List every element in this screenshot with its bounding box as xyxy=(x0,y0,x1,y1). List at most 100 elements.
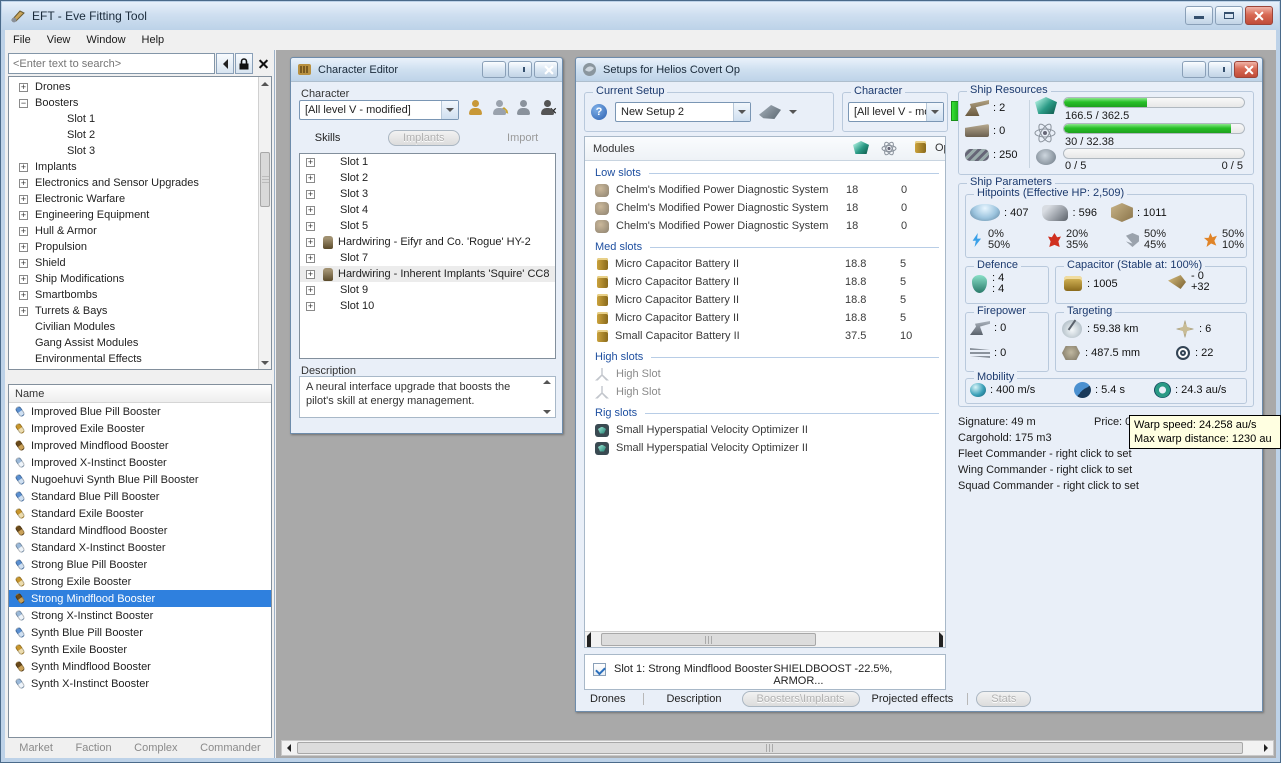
implant-slot-row[interactable]: Slot 10 xyxy=(300,298,555,314)
implant-slot-row[interactable]: Slot 1 xyxy=(300,154,555,170)
tree-item[interactable]: Electronic Warfare xyxy=(11,191,257,207)
implant-slot-row[interactable]: Slot 7 xyxy=(300,250,555,266)
tab-description[interactable]: Description xyxy=(652,693,735,705)
tab-market[interactable]: Market xyxy=(19,742,53,754)
menu-window[interactable]: Window xyxy=(78,32,133,48)
lock-button[interactable] xyxy=(235,53,253,74)
module-row[interactable]: Chelm's Modified Power Diagnostic System… xyxy=(585,181,945,199)
powergrid-column-icon[interactable] xyxy=(881,141,897,156)
rig-module-row[interactable]: Small Hyperspatial Velocity Optimizer II xyxy=(585,421,945,439)
tree-item[interactable]: Gang Assist Modules xyxy=(11,335,257,351)
cpu-column-icon[interactable] xyxy=(853,141,869,154)
module-row[interactable]: Micro Capacitor Battery II 18.8 5 xyxy=(585,291,945,309)
squad-commander-text[interactable]: Squad Commander - right click to set xyxy=(958,480,1139,492)
tree-expander-icon[interactable] xyxy=(306,221,315,231)
implant-slot-row[interactable]: Slot 2 xyxy=(300,170,555,186)
fleet-commander-text[interactable]: Fleet Commander - right click to set xyxy=(958,448,1132,460)
scroll-left-icon[interactable] xyxy=(587,632,591,647)
minimize-button[interactable] xyxy=(1185,6,1213,25)
tree-expander-icon[interactable] xyxy=(19,290,28,300)
maximize-button[interactable] xyxy=(1215,6,1243,25)
booster-list-item[interactable]: Nugoehuvi Synth Blue Pill Booster xyxy=(9,471,271,488)
booster-list-item[interactable]: Synth Mindflood Booster xyxy=(9,658,271,675)
booster-list-item[interactable]: Synth Blue Pill Booster xyxy=(9,624,271,641)
tree-expander-icon[interactable] xyxy=(306,301,315,311)
tree-item[interactable]: Drones xyxy=(11,79,257,95)
tree-item[interactable]: Civilian Modules xyxy=(11,319,257,335)
tree-item[interactable]: Turrets & Bays xyxy=(11,303,257,319)
search-input[interactable] xyxy=(8,53,215,74)
implant-slot-row[interactable]: Slot 3 xyxy=(300,186,555,202)
tree-item[interactable]: Ship Modifications xyxy=(11,271,257,287)
edit-character-icon[interactable]: ✎ xyxy=(493,100,509,116)
tree-expander-icon[interactable] xyxy=(306,189,315,199)
tree-item[interactable]: Favorites xyxy=(11,367,257,369)
scroll-down-icon[interactable] xyxy=(542,410,551,414)
tree-expander-icon[interactable] xyxy=(306,157,315,167)
add-character-icon[interactable] xyxy=(469,100,482,115)
tree-item[interactable]: Slot 1 xyxy=(11,111,257,127)
copy-character-icon[interactable] xyxy=(517,100,530,115)
booster-list-item[interactable]: Strong X-Instinct Booster xyxy=(9,607,271,624)
import-button[interactable]: Import xyxy=(507,132,538,144)
tree-expander-icon[interactable] xyxy=(19,210,28,220)
chevron-down-icon[interactable] xyxy=(926,103,943,121)
booster-list-item[interactable]: Synth Exile Booster xyxy=(9,641,271,658)
booster-list-item[interactable]: Strong Blue Pill Booster xyxy=(9,556,271,573)
scrollbar-thumb[interactable] xyxy=(601,633,816,646)
minimize-button[interactable] xyxy=(1182,61,1206,78)
delete-character-icon[interactable]: ✕ xyxy=(541,100,557,116)
tab-complex[interactable]: Complex xyxy=(134,742,177,754)
tree-item[interactable]: Hull & Armor xyxy=(11,223,257,239)
module-row[interactable]: Micro Capacitor Battery II 18.8 5 xyxy=(585,273,945,291)
module-row[interactable]: Micro Capacitor Battery II 18.8 5 xyxy=(585,255,945,273)
scroll-up-icon[interactable] xyxy=(542,380,551,384)
rig-module-row[interactable]: Small Hyperspatial Velocity Optimizer II xyxy=(585,439,945,457)
modules-scrollbar[interactable] xyxy=(585,631,945,647)
clear-search-button[interactable] xyxy=(254,53,272,74)
mdi-horizontal-scrollbar[interactable] xyxy=(281,740,1274,756)
scroll-right-icon[interactable] xyxy=(939,632,943,647)
booster-list-item[interactable]: Standard Blue Pill Booster xyxy=(9,488,271,505)
module-row[interactable]: Chelm's Modified Power Diagnostic System… xyxy=(585,217,945,235)
tab-implants[interactable]: Implants xyxy=(387,130,460,146)
scroll-up-icon[interactable] xyxy=(259,77,271,90)
tab-faction[interactable]: Faction xyxy=(75,742,111,754)
tree-item[interactable]: Boosters xyxy=(11,95,257,111)
tree-expander-icon[interactable] xyxy=(306,205,315,215)
main-titlebar[interactable]: EFT - Eve Fitting Tool xyxy=(2,2,1279,30)
collapse-panel-button[interactable] xyxy=(216,53,234,74)
setup-character-select[interactable]: [All level V - modifie xyxy=(848,102,944,122)
booster-checkbox[interactable] xyxy=(593,663,606,676)
tab-stats[interactable]: Stats xyxy=(976,691,1032,707)
module-row[interactable]: Micro Capacitor Battery II 18.8 5 xyxy=(585,309,945,327)
tree-expander-icon[interactable] xyxy=(19,194,28,204)
tree-expander-icon[interactable] xyxy=(19,226,28,236)
minimize-button[interactable] xyxy=(482,61,506,78)
tree-item[interactable]: Engineering Equipment xyxy=(11,207,257,223)
tree-expander-icon[interactable] xyxy=(19,82,28,92)
capacitor-column-icon[interactable] xyxy=(915,141,926,153)
implant-slot-row[interactable]: Slot 4 xyxy=(300,202,555,218)
module-row[interactable]: Chelm's Modified Power Diagnostic System… xyxy=(585,199,945,217)
setup-select[interactable]: New Setup 2 xyxy=(615,102,751,122)
booster-list-item[interactable]: Improved Mindflood Booster xyxy=(9,437,271,454)
tree-item[interactable]: Propulsion xyxy=(11,239,257,255)
booster-list-item[interactable]: Standard Mindflood Booster xyxy=(9,522,271,539)
close-button[interactable] xyxy=(1234,61,1258,78)
implant-slot-row[interactable]: Hardwiring - Eifyr and Co. 'Rogue' HY-2 xyxy=(300,234,555,250)
tree-expander-icon[interactable] xyxy=(19,274,28,284)
close-button[interactable] xyxy=(534,61,558,78)
ship-menu-icon[interactable] xyxy=(759,105,781,119)
chevron-down-icon[interactable] xyxy=(789,110,797,114)
implant-slot-row[interactable]: Slot 5 xyxy=(300,218,555,234)
wing-commander-text[interactable]: Wing Commander - right click to set xyxy=(958,464,1132,476)
scrollbar-thumb[interactable] xyxy=(260,152,270,207)
tree-item[interactable]: Implants xyxy=(11,159,257,175)
booster-list-item[interactable]: Improved Exile Booster xyxy=(9,420,271,437)
tab-skills[interactable]: Skills xyxy=(315,132,341,144)
tab-drones[interactable]: Drones xyxy=(580,693,635,705)
chevron-down-icon[interactable] xyxy=(733,103,750,121)
scroll-down-icon[interactable] xyxy=(259,356,271,369)
booster-list-item[interactable]: Standard Exile Booster xyxy=(9,505,271,522)
